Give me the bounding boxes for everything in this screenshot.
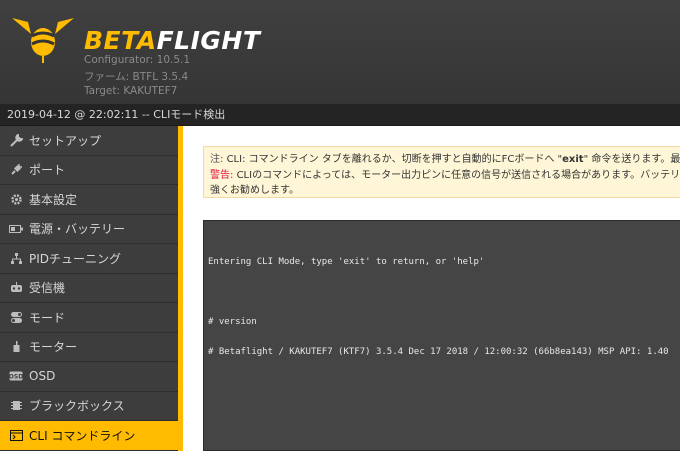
sidebar-item-label: モーター — [29, 340, 78, 355]
sidebar-nav: セットアップ ポート 基本設定 電源・バッテリー PIDチューニング 受信機 モ… — [0, 126, 178, 451]
firmware-version: ファーム: BTFL 3.5.4 — [84, 71, 189, 83]
sidebar-item-pid-tuning[interactable]: PIDチューニング — [0, 244, 178, 274]
sidebar-item-cli[interactable]: CLI コマンドライン — [0, 421, 178, 451]
battery-icon — [9, 222, 23, 236]
chip-icon — [9, 399, 23, 413]
sidebar-item-label: 基本設定 — [29, 192, 78, 207]
brand-beta: BETA — [84, 26, 157, 55]
note-line-3: 強くお勧めします。 — [210, 185, 299, 196]
note-line-2: 警告: CLIのコマンドによっては、モーター出力ピンに任意の信号が送信される場合… — [210, 168, 680, 184]
svg-text:OSD: OSD — [9, 374, 23, 381]
sidebar-item-modes[interactable]: モード — [0, 303, 178, 333]
sidebar-item-label: ポート — [29, 163, 66, 178]
cli-console-output[interactable]: Entering CLI Mode, type 'exit' to return… — [203, 220, 680, 451]
sidebar-item-label: 受信機 — [29, 281, 66, 296]
plug-icon — [9, 163, 23, 177]
brand-flight: FLIGHT — [156, 26, 261, 55]
log-status-bar: 2019-04-12 @ 22:02:11 -- CLIモード検出 — [0, 104, 680, 126]
warning-text: CLIのコマンドによっては、モーター出力ピンに任意の信号が送信される場合がありま… — [236, 169, 680, 181]
target-board: Target: KAKUTEF7 — [84, 85, 178, 97]
sidebar-item-label: 電源・バッテリー — [29, 222, 126, 237]
osd-icon: OSD — [9, 369, 23, 383]
motor-icon — [9, 340, 23, 354]
sidebar-item-receiver[interactable]: 受信機 — [0, 274, 178, 303]
sidebar-item-label: CLI コマンドライン — [29, 428, 136, 443]
sidebar-item-osd[interactable]: OSD OSD — [0, 362, 178, 392]
sidebar-item-label: OSD — [29, 369, 56, 384]
note-text: CLI: コマンドライン タブを離れるか、切断を押すと自動的にFCボードへ " — [226, 154, 563, 165]
app-header: BETAFLIGHT Configurator: 10.5.1 ファーム: BT… — [0, 0, 680, 104]
sidebar-item-motors[interactable]: モーター — [0, 333, 178, 362]
sidebar-item-label: セットアップ — [29, 133, 102, 148]
sidebar-item-power-battery[interactable]: 電源・バッテリー — [0, 215, 178, 244]
toggle-icon — [9, 310, 23, 324]
console-line: Entering CLI Mode, type 'exit' to return… — [208, 257, 485, 267]
sidebar-item-label: PIDチューニング — [29, 251, 122, 266]
gear-icon — [9, 192, 23, 206]
configurator-version: Configurator: 10.5.1 — [84, 54, 191, 66]
console-line: # Betaflight / KAKUTEF7 (KTF7) 3.5.4 Dec… — [208, 347, 669, 357]
note-line-1: 注: CLI: コマンドライン タブを離れるか、切断を押すと自動的にFCボードへ… — [210, 152, 680, 168]
warning-label: 警告: — [210, 169, 234, 181]
pid-icon — [9, 251, 23, 265]
cli-tab-content: 注: CLI: コマンドライン タブを離れるか、切断を押すと自動的にFCボードへ… — [178, 126, 680, 451]
wrench-icon — [9, 133, 23, 147]
receiver-icon — [9, 281, 23, 295]
sidebar-item-blackbox[interactable]: ブラックボックス — [0, 392, 178, 421]
note-label: 注: — [210, 154, 224, 165]
bee-logo-icon — [12, 18, 74, 63]
sidebar-item-label: ブラックボックス — [29, 399, 125, 414]
note-exit-command: exit — [562, 154, 584, 165]
console-line: # version — [208, 317, 257, 327]
sidebar-item-configuration[interactable]: 基本設定 — [0, 185, 178, 215]
sidebar-item-ports[interactable]: ポート — [0, 156, 178, 185]
note-text-tail: " 命令を送ります。最新ファ — [583, 154, 680, 165]
sidebar-item-setup[interactable]: セットアップ — [0, 126, 178, 156]
terminal-icon — [9, 428, 23, 442]
brand-logo-text: BETAFLIGHT — [84, 26, 260, 55]
sidebar-item-label: モード — [29, 310, 66, 325]
cli-note-box: 注: CLI: コマンドライン タブを離れるか、切断を押すと自動的にFCボードへ… — [203, 146, 680, 198]
